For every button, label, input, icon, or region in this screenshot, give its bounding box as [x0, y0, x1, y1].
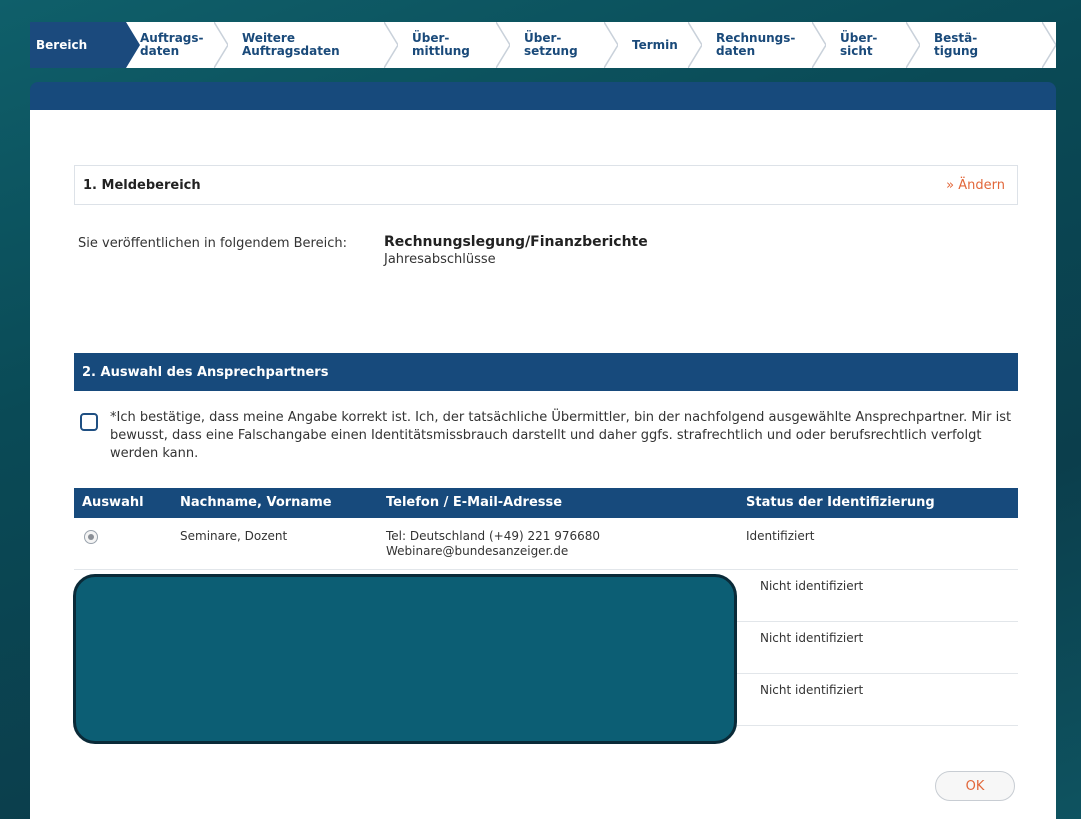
step-label: Termin: [632, 37, 678, 52]
step-label: Über- sicht: [840, 31, 878, 58]
step-rechnungsdaten[interactable]: Rechnungs- daten: [702, 22, 826, 68]
col-contact: Telefon / E-Mail-Adresse: [386, 495, 563, 510]
chevron-right-icon: [214, 22, 228, 68]
step-label: Bereich: [36, 37, 88, 52]
col-auswahl: Auswahl: [82, 495, 144, 510]
step-label: Auftrags- daten: [140, 31, 204, 58]
area-main: Rechnungslegung/Finanzberichte: [384, 234, 648, 250]
area-sub: Jahresabschlüsse: [384, 252, 496, 267]
section-ansprechpartner-header: 2. Auswahl des Ansprechpartners: [74, 353, 1018, 391]
step-bestaetigung[interactable]: Bestä- tigung: [920, 22, 1056, 68]
step-uebersicht[interactable]: Über- sicht: [826, 22, 920, 68]
step-label: Über- mittlung: [412, 31, 470, 58]
chevron-right-icon: [906, 22, 920, 68]
cell-status: Nicht identifiziert: [760, 631, 864, 645]
cell-phone: Tel: Deutschland (+49) 221 976680: [386, 529, 601, 543]
section-title: 1. Meldebereich: [83, 177, 201, 193]
area-value: Rechnungslegung/Finanzberichte Jahresabs…: [384, 233, 648, 269]
table-row[interactable]: Seminare, Dozent Tel: Deutschland (+49) …: [74, 518, 1018, 570]
confirm-text: *Ich bestätige, dass meine Angabe korrek…: [110, 410, 1012, 461]
step-label: Weitere Auftragsdaten: [242, 31, 340, 58]
ok-button[interactable]: OK: [935, 771, 1015, 801]
chevron-right-icon: [688, 22, 702, 68]
step-label: Bestä- tigung: [934, 31, 979, 58]
cell-email: Webinare@bundesanzeiger.de: [386, 544, 569, 558]
step-label: Über- setzung: [524, 31, 578, 58]
table-header: Auswahl Nachname, Vorname Telefon / E-Ma…: [74, 488, 1018, 518]
cell-status: Identifiziert: [746, 529, 815, 543]
col-status: Status der Identifizierung: [746, 495, 935, 510]
step-termin[interactable]: Termin: [618, 22, 702, 68]
panel-header-bar: [30, 82, 1056, 110]
chevron-right-icon: [812, 22, 826, 68]
cell-name: Seminare, Dozent: [180, 529, 288, 543]
step-navigation: Bereich Auftrags- daten Weitere Auftrags…: [30, 22, 1056, 68]
col-name: Nachname, Vorname: [180, 495, 332, 510]
step-bereich[interactable]: Bereich: [30, 22, 140, 68]
select-radio[interactable]: [84, 530, 98, 544]
cell-status: Nicht identifiziert: [760, 579, 864, 593]
redaction-box: [73, 574, 737, 744]
step-weitere-auftragsdaten[interactable]: Weitere Auftragsdaten: [228, 22, 398, 68]
section-meldebereich-header: 1. Meldebereich » Ändern: [74, 165, 1018, 205]
step-uebersetzung[interactable]: Über- setzung: [510, 22, 618, 68]
area-label: Sie veröffentlichen in folgendem Bereich…: [78, 236, 347, 251]
change-link[interactable]: » Ändern: [946, 178, 1005, 193]
confirm-checkbox[interactable]: [80, 413, 98, 431]
step-uebermittlung[interactable]: Über- mittlung: [398, 22, 510, 68]
chevron-right-icon: [604, 22, 618, 68]
chevron-right-icon: [1042, 22, 1056, 68]
step-label: Rechnungs- daten: [716, 31, 796, 58]
chevron-right-icon: [384, 22, 398, 68]
chevron-right-icon: [496, 22, 510, 68]
step-auftragsdaten[interactable]: Auftrags- daten: [126, 22, 228, 68]
cell-status: Nicht identifiziert: [760, 683, 864, 697]
